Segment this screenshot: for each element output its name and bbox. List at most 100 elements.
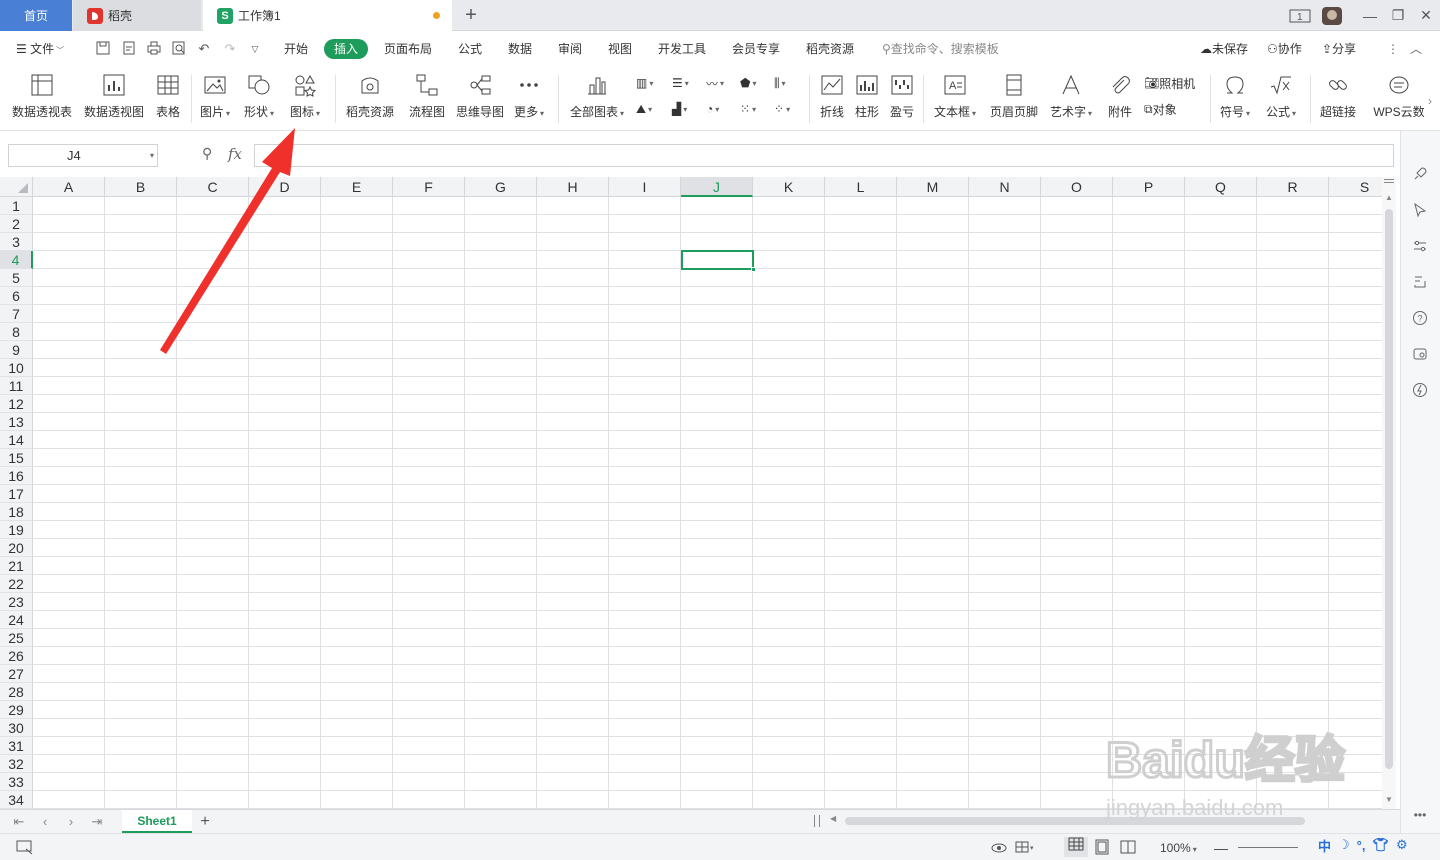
formula-insert-button[interactable]: 公式 ▾ xyxy=(1266,71,1296,125)
hscroll-split-handle[interactable] xyxy=(814,815,820,827)
new-tab-button[interactable]: + xyxy=(458,3,484,27)
more-button[interactable]: 更多 ▾ xyxy=(514,71,544,125)
zoom-out-icon[interactable]: — xyxy=(1214,839,1228,857)
row-header-34[interactable]: 34 xyxy=(0,791,33,809)
collaborate-button[interactable]: ⚇协作 xyxy=(1267,40,1302,58)
row-header-6[interactable]: 6 xyxy=(0,287,33,305)
active-cell-J4[interactable] xyxy=(681,250,756,272)
column-header-M[interactable]: M xyxy=(897,177,969,197)
insert-function-icon[interactable]: fx xyxy=(228,145,242,165)
row-header-4[interactable]: 4 xyxy=(0,251,33,269)
row-header-5[interactable]: 5 xyxy=(0,269,33,287)
row-header-33[interactable]: 33 xyxy=(0,773,33,791)
row-header-25[interactable]: 25 xyxy=(0,629,33,647)
transfer-icon[interactable] xyxy=(1410,274,1430,294)
window-layout-icon[interactable]: 1 xyxy=(1287,0,1313,31)
row-header-10[interactable]: 10 xyxy=(0,359,33,377)
menu-item-page-layout[interactable]: 页面布局 xyxy=(384,40,432,58)
column-header-P[interactable]: P xyxy=(1113,177,1185,197)
menu-item-review[interactable]: 审阅 xyxy=(558,40,582,58)
menu-item-daoke-resources[interactable]: 稻壳资源 xyxy=(806,40,854,58)
name-box[interactable]: J4 ▾ xyxy=(8,144,158,167)
row-header-17[interactable]: 17 xyxy=(0,485,33,503)
column-header-B[interactable]: B xyxy=(105,177,177,197)
row-header-2[interactable]: 2 xyxy=(0,215,33,233)
sparkline-line-button[interactable]: 折线 xyxy=(818,71,846,125)
vertical-scroll-thumb[interactable] xyxy=(1385,209,1393,769)
share-button[interactable]: ⇪分享 xyxy=(1322,40,1356,58)
mindmap-button[interactable]: 思维导图 xyxy=(456,71,504,125)
add-sheet-button[interactable]: + xyxy=(196,813,214,831)
tab-workbook[interactable]: S 工作簿1 xyxy=(203,0,452,31)
zoom-search-icon[interactable]: ⚲ xyxy=(202,145,220,165)
column-header-D[interactable]: D xyxy=(249,177,321,197)
menu-item-member[interactable]: 会员专享 xyxy=(732,40,780,58)
zoom-slider[interactable] xyxy=(1238,847,1298,848)
first-sheet-icon[interactable]: ⇤ xyxy=(10,813,28,831)
split-handle[interactable] xyxy=(1384,179,1394,183)
symbol-button[interactable]: 符号 ▾ xyxy=(1220,71,1250,125)
print-icon[interactable] xyxy=(145,41,163,57)
menu-item-developer[interactable]: 开发工具 xyxy=(658,40,706,58)
column-header-I[interactable]: I xyxy=(609,177,681,197)
column-header-N[interactable]: N xyxy=(969,177,1041,197)
export-pdf-icon[interactable] xyxy=(120,41,138,57)
scroll-down-icon[interactable]: ▼ xyxy=(1385,795,1393,804)
pivot-chart-button[interactable]: 数据透视图 xyxy=(84,71,144,125)
menu-item-start[interactable]: 开始 xyxy=(284,40,308,58)
sparkline-winloss-button[interactable]: 盈亏 xyxy=(888,71,916,125)
column-header-S[interactable]: S xyxy=(1329,177,1382,197)
collapse-ribbon-icon[interactable]: ︿ xyxy=(1410,40,1422,58)
tab-daoke[interactable]: 稻壳 xyxy=(73,0,201,31)
gallery-icon[interactable] xyxy=(1410,346,1430,366)
spreadsheet-grid[interactable]: A B C D E F G H I J K L M N O P Q R S 1 2 3 4 5 6 7 8 9 10 11 12 13 14 15… xyxy=(0,177,1382,809)
page-layout-view-icon[interactable] xyxy=(1094,839,1110,857)
row-header-13[interactable]: 13 xyxy=(0,413,33,431)
row-header-8[interactable]: 8 xyxy=(0,323,33,341)
formula-input[interactable] xyxy=(254,144,1394,167)
freeze-pane-icon[interactable]: ▾ xyxy=(1014,839,1038,857)
menu-item-data[interactable]: 数据 xyxy=(508,40,532,58)
line-chart-dropdown[interactable]: 〰 ▾ xyxy=(706,72,724,94)
column-header-C[interactable]: C xyxy=(177,177,249,197)
ime-chinese-mode[interactable]: 中 xyxy=(1318,836,1331,855)
save-icon[interactable] xyxy=(94,41,112,57)
bar-chart-dropdown[interactable]: ☰ ▾ xyxy=(672,72,689,94)
column-header-G[interactable]: G xyxy=(465,177,537,197)
properties-icon[interactable] xyxy=(1410,238,1430,258)
ribbon-scroll-right-icon[interactable]: › xyxy=(1428,90,1432,112)
avatar[interactable] xyxy=(1320,0,1344,31)
prev-sheet-icon[interactable]: ‹ xyxy=(36,813,54,831)
unsaved-button[interactable]: ☁未保存 xyxy=(1200,40,1248,58)
header-footer-button[interactable]: 页眉页脚 xyxy=(990,71,1038,125)
quick-access-more-icon[interactable]: ▽ xyxy=(246,41,264,57)
chevron-down-icon[interactable]: ▾ xyxy=(150,145,154,166)
more-options-icon[interactable]: ⋮ xyxy=(1387,40,1399,58)
attachment-button[interactable]: 附件 xyxy=(1106,71,1134,125)
radar-chart-dropdown[interactable]: ⬟ ▾ xyxy=(740,72,756,94)
stock-chart-dropdown[interactable]: ⫼ ▾ xyxy=(774,72,786,94)
column-header-F[interactable]: F xyxy=(393,177,465,197)
row-header-11[interactable]: 11 xyxy=(0,377,33,395)
pivot-table-button[interactable]: 数据透视表 xyxy=(12,71,72,125)
row-header-1[interactable]: 1 xyxy=(0,197,33,215)
row-header-22[interactable]: 22 xyxy=(0,575,33,593)
minimize-icon[interactable]: — xyxy=(1358,0,1382,31)
command-search[interactable]: ⚲查找命令、搜索模板 xyxy=(882,40,999,58)
select-all-corner[interactable] xyxy=(0,177,33,197)
row-header-26[interactable]: 26 xyxy=(0,647,33,665)
wps-cloud-data-button[interactable]: WPS云数 xyxy=(1372,71,1426,125)
column-header-E[interactable]: E xyxy=(321,177,393,197)
hyperlink-button[interactable]: 超链接 xyxy=(1320,71,1356,125)
textbox-button[interactable]: A 文本框 ▾ xyxy=(934,71,976,125)
row-header-29[interactable]: 29 xyxy=(0,701,33,719)
scroll-up-icon[interactable]: ▲ xyxy=(1385,193,1393,202)
scroll-left-icon[interactable]: ◀ xyxy=(830,814,836,823)
moon-icon[interactable]: ☽ xyxy=(1338,837,1350,853)
column-header-H[interactable]: H xyxy=(537,177,609,197)
rocket-icon[interactable] xyxy=(1410,166,1430,186)
combo-chart-dropdown[interactable]: ⁘ ▾ xyxy=(774,98,790,120)
macro-record-icon[interactable] xyxy=(16,839,34,857)
row-header-31[interactable]: 31 xyxy=(0,737,33,755)
next-sheet-icon[interactable]: › xyxy=(62,813,80,831)
